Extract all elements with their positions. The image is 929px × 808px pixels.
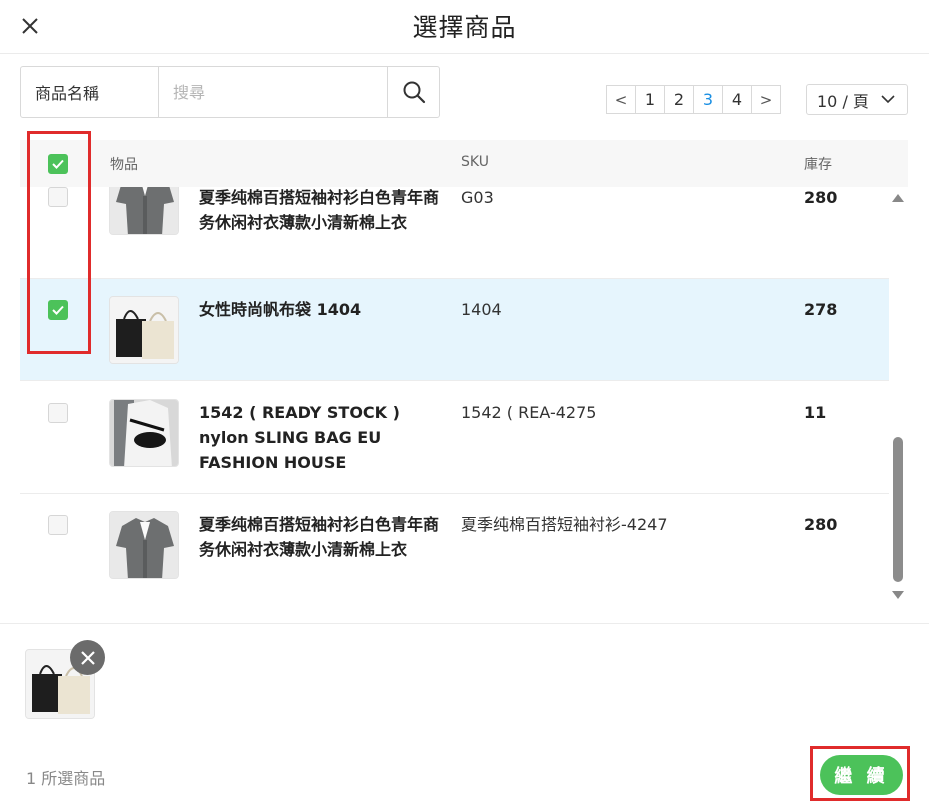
check-icon bbox=[52, 159, 64, 169]
next-page-button[interactable]: > bbox=[751, 85, 781, 114]
product-name: 夏季纯棉百搭短袖衬衫白色青年商务休闲衬衣薄款小清新棉上衣 bbox=[199, 515, 440, 559]
shirt-image bbox=[109, 187, 179, 235]
check-icon bbox=[52, 305, 64, 315]
chevron-down-icon bbox=[881, 95, 895, 104]
table-row[interactable]: 女性時尚帆布袋 1404 1404 278 bbox=[20, 279, 889, 381]
dialog-header: 選擇商品 bbox=[0, 0, 929, 54]
product-name: 夏季纯棉百搭短袖衬衫白色青年商务休闲衬衣薄款小清新棉上衣 bbox=[199, 188, 440, 232]
product-stock: 278 bbox=[804, 300, 838, 319]
scroll-down-icon[interactable] bbox=[892, 590, 904, 600]
product-name: 女性時尚帆布袋 1404 bbox=[199, 300, 362, 319]
shirt-image bbox=[109, 511, 179, 579]
scrollbar-thumb[interactable] bbox=[893, 437, 903, 582]
search-input[interactable] bbox=[159, 67, 387, 117]
page-4-button[interactable]: 4 bbox=[722, 85, 752, 114]
row-checkbox[interactable] bbox=[48, 515, 68, 535]
table-row[interactable]: 夏季纯棉百搭短袖衬衫白色青年商务休闲衬衣薄款小清新棉上衣 G03 280 bbox=[20, 187, 889, 279]
product-stock: 11 bbox=[804, 403, 827, 422]
product-sku: 1542 ( REA-4275 bbox=[461, 403, 597, 422]
pagination: < 1 2 3 4 > bbox=[606, 85, 781, 114]
close-icon bbox=[80, 650, 95, 665]
continue-button[interactable]: 繼 續 bbox=[820, 755, 903, 795]
selected-count: 1 所選商品 bbox=[26, 769, 106, 788]
row-checkbox[interactable] bbox=[48, 187, 68, 207]
product-stock: 280 bbox=[804, 188, 838, 207]
product-name: 1542 ( READY STOCK ) nylon SLING BAG EU … bbox=[199, 403, 400, 472]
row-checkbox[interactable] bbox=[48, 403, 68, 423]
product-sku: G03 bbox=[461, 188, 494, 207]
scroll-up-icon[interactable] bbox=[892, 193, 904, 203]
select-all-checkbox[interactable] bbox=[48, 154, 68, 174]
search-type-select[interactable]: 商品名稱 bbox=[21, 67, 159, 117]
product-list: 夏季纯棉百搭短袖衬衫白色青年商务休闲衬衣薄款小清新棉上衣 G03 280 女性時… bbox=[20, 187, 889, 607]
product-stock: 280 bbox=[804, 515, 838, 534]
sling-bag-image bbox=[109, 399, 179, 467]
page-2-button[interactable]: 2 bbox=[664, 85, 694, 114]
page-1-button[interactable]: 1 bbox=[635, 85, 665, 114]
row-checkbox[interactable] bbox=[48, 300, 68, 320]
divider bbox=[0, 623, 929, 624]
page-title: 選擇商品 bbox=[412, 13, 517, 42]
column-header-stock: 庫存 bbox=[804, 157, 832, 173]
tote-bag-image bbox=[109, 296, 179, 364]
search-button[interactable] bbox=[387, 67, 439, 117]
product-sku: 1404 bbox=[461, 300, 502, 319]
page-size-select[interactable]: 10 / 頁 bbox=[806, 84, 908, 115]
remove-selected-item-button[interactable] bbox=[70, 640, 105, 675]
product-sku: 夏季纯棉百搭短袖衬衫-4247 bbox=[461, 515, 668, 534]
page-3-button[interactable]: 3 bbox=[693, 85, 723, 114]
column-header-sku: SKU bbox=[461, 154, 489, 170]
search-bar: 商品名稱 bbox=[20, 66, 440, 118]
search-icon bbox=[403, 81, 425, 104]
table-header: 物品 SKU 庫存 bbox=[20, 140, 908, 187]
table-row[interactable]: 夏季纯棉百搭短袖衬衫白色青年商务休闲衬衣薄款小清新棉上衣 夏季纯棉百搭短袖衬衫-… bbox=[20, 494, 889, 606]
prev-page-button[interactable]: < bbox=[606, 85, 636, 114]
page-size-label: 10 / 頁 bbox=[817, 91, 869, 111]
table-row[interactable]: 1542 ( READY STOCK ) nylon SLING BAG EU … bbox=[20, 382, 889, 494]
list-scrollbar[interactable] bbox=[890, 187, 906, 607]
column-header-item: 物品 bbox=[110, 157, 138, 173]
